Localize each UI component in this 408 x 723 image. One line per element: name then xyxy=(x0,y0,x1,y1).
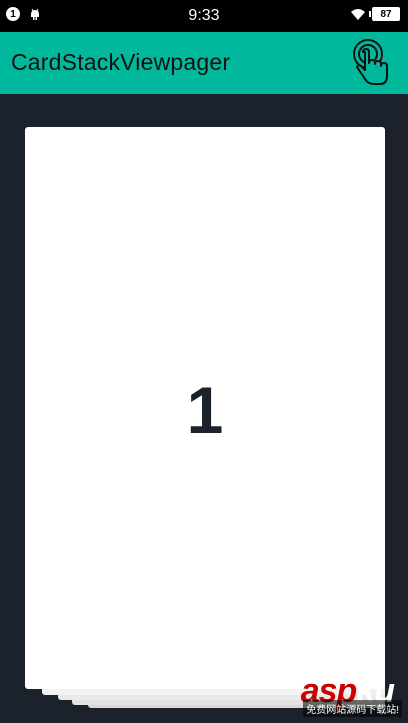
touch-hand-icon[interactable] xyxy=(348,38,396,88)
status-bar: 1 9:33 87 xyxy=(0,0,408,32)
watermark-caption: 免费网站源码下载站! xyxy=(303,700,402,717)
card-number: 1 xyxy=(186,373,224,447)
watermark-logo: aspku 免费网站源码下载站! xyxy=(232,673,402,717)
app-title: CardStackViewpager xyxy=(11,49,231,75)
battery-icon: 87 xyxy=(369,7,400,21)
current-card[interactable]: 1 xyxy=(25,127,385,689)
app-bar: CardStackViewpager xyxy=(0,32,408,94)
status-time: 9:33 xyxy=(188,7,220,24)
wifi-icon xyxy=(351,9,365,20)
card-stack-viewpager[interactable]: 1 xyxy=(0,94,408,723)
status-right: 87 xyxy=(350,7,400,21)
